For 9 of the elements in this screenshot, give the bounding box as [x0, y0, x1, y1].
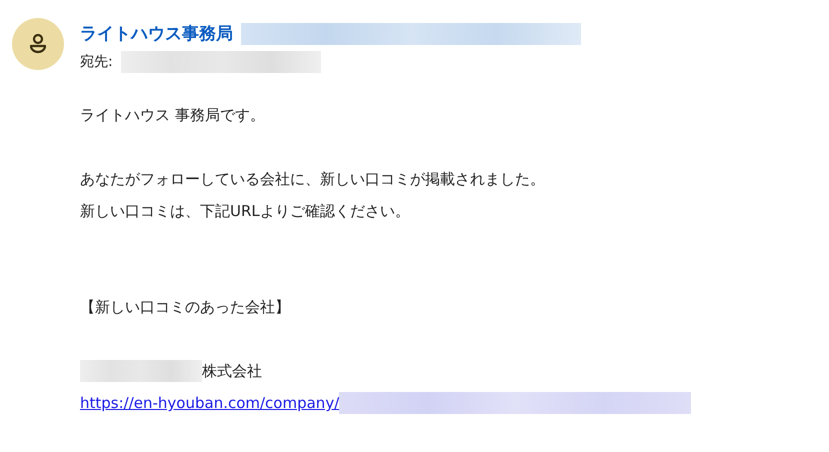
sender-name[interactable]: ライトハウス事務局 [80, 22, 233, 45]
body-text: 【新しい口コミのあった会社】 [80, 298, 290, 316]
body-text: 新しい口コミは、下記URLよりご確認ください。 [80, 202, 410, 220]
body-text: あなたがフォローしている会社に、新しい口コミが掲載されました。 [80, 170, 545, 188]
recipient-label: 宛先: [80, 53, 113, 71]
body-text: ライトハウス 事務局です。 [80, 106, 265, 124]
avatar-icon [12, 18, 64, 70]
company-link[interactable]: https://en-hyouban.com/company/ [80, 394, 340, 412]
company-name: 株式会社 [202, 362, 262, 380]
